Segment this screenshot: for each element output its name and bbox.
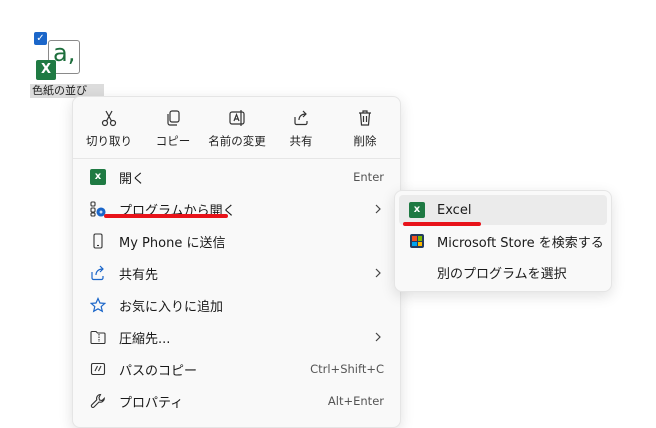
- annotation-underline-open-with: [104, 214, 228, 218]
- store-icon: [410, 234, 424, 248]
- excel-icon: x: [409, 202, 427, 218]
- star-icon: [90, 297, 106, 313]
- menu-item-send-to-phone[interactable]: My Phone に送信: [77, 225, 396, 257]
- submenu-item-choose-program[interactable]: 別のプログラムを選択: [399, 257, 607, 287]
- zip-folder-icon: [90, 330, 106, 345]
- menu-separator: [73, 158, 400, 159]
- share-button[interactable]: 共有: [269, 101, 333, 157]
- copy-label: コピー: [155, 134, 191, 148]
- menu-list: x 開く Enter プログラムから開く My Phone に送信 共有先 お気…: [77, 161, 396, 417]
- menu-item-copy-path[interactable]: パスのコピー Ctrl+Shift+C: [77, 353, 396, 385]
- delete-button[interactable]: 削除: [333, 101, 397, 157]
- menu-item-label: 開く: [119, 171, 146, 187]
- menu-item-label: My Phone に送信: [119, 235, 226, 251]
- submenu-item-label: Microsoft Store を検索する: [437, 235, 604, 251]
- menu-item-label: 圧縮先...: [119, 331, 171, 347]
- menu-item-share-to[interactable]: 共有先: [77, 257, 396, 289]
- cut-button[interactable]: 切り取り: [77, 101, 141, 157]
- menu-item-shortcut: Ctrl+Shift+C: [310, 362, 384, 376]
- menu-item-shortcut: Alt+Enter: [327, 394, 384, 408]
- submenu-item-excel[interactable]: x Excel: [399, 195, 607, 225]
- copy-button[interactable]: コピー: [141, 101, 205, 157]
- submenu-item-search-store[interactable]: Microsoft Store を検索する: [399, 226, 607, 256]
- submenu-item-label: 別のプログラムを選択: [437, 266, 567, 282]
- file-doc-letter: a,: [53, 39, 76, 67]
- context-menu: 切り取り コピー 名前の変更 共有 削除 x 開く Enter プログラムから開…: [72, 96, 401, 428]
- menu-item-label: お気に入りに追加: [119, 299, 224, 315]
- copy-icon: [167, 110, 180, 126]
- share-label: 共有: [289, 134, 313, 148]
- submenu-list: x Excel Microsoft Store を検索する 別のプログラムを選択: [399, 195, 607, 288]
- menu-item-label: プロパティ: [119, 395, 184, 411]
- excel-file-icon: X: [36, 60, 56, 80]
- menu-item-open-with[interactable]: プログラムから開く: [77, 193, 396, 225]
- phone-icon: [93, 233, 103, 249]
- delete-label: 削除: [353, 134, 377, 148]
- annotation-underline-excel: [403, 222, 481, 226]
- chevron-right-icon: [375, 332, 381, 342]
- chevron-right-icon: [375, 204, 381, 214]
- copy-path-icon: [90, 362, 106, 376]
- menu-item-label: 共有先: [119, 267, 159, 283]
- rename-label: 名前の変更: [208, 134, 266, 148]
- scissors-icon: [101, 110, 117, 127]
- share-to-icon: [91, 265, 104, 281]
- trash-icon: [359, 110, 371, 126]
- cut-label: 切り取り: [86, 134, 132, 148]
- chevron-right-icon: [375, 268, 381, 278]
- open-with-submenu: x Excel Microsoft Store を検索する 別のプログラムを選択: [394, 190, 612, 292]
- wrench-icon: [90, 393, 105, 408]
- selection-checkbox[interactable]: ✓: [34, 32, 47, 45]
- menu-item-open[interactable]: x 開く Enter: [77, 161, 396, 193]
- quick-action-bar: 切り取り コピー 名前の変更 共有 削除: [73, 97, 400, 157]
- desktop-file[interactable]: ✓ a, X 色紙の並び: [28, 30, 104, 100]
- menu-item-shortcut: Enter: [353, 170, 384, 184]
- submenu-item-label: Excel: [437, 202, 472, 218]
- menu-item-properties[interactable]: プロパティ Alt+Enter: [77, 385, 396, 417]
- share-icon: [294, 110, 308, 126]
- rename-icon: [229, 110, 245, 126]
- rename-button[interactable]: 名前の変更: [205, 101, 269, 157]
- menu-item-add-favorite[interactable]: お気に入りに追加: [77, 289, 396, 321]
- menu-item-label: パスのコピー: [119, 363, 198, 379]
- excel-icon: x: [90, 169, 108, 185]
- menu-item-compress[interactable]: 圧縮先...: [77, 321, 396, 353]
